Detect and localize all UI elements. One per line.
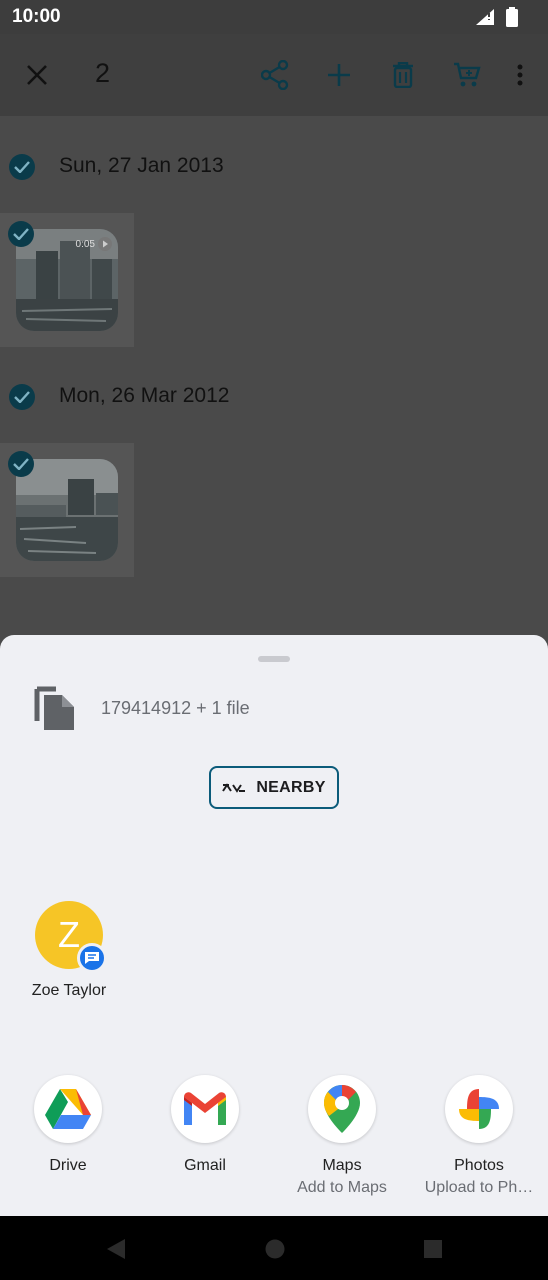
delete-button[interactable] xyxy=(382,54,424,96)
date-group-header[interactable]: Mon, 26 Mar 2012 xyxy=(0,372,548,422)
add-to-button[interactable] xyxy=(318,54,360,96)
duration-label: 0:05 xyxy=(75,238,95,250)
app-name: Gmail xyxy=(184,1157,226,1174)
trash-icon xyxy=(393,62,413,88)
file-summary: 179414912 + 1 file xyxy=(101,698,250,718)
check-icon xyxy=(14,161,30,173)
plus-icon xyxy=(328,64,350,86)
drag-handle[interactable] xyxy=(258,656,290,662)
home-icon xyxy=(265,1239,285,1259)
app-name: Photos xyxy=(454,1157,504,1174)
contact-name: Zoe Taylor xyxy=(31,982,107,999)
item-select-checkbox[interactable] xyxy=(8,221,34,247)
photo-grid: Sun, 27 Jan 2013 0:05 Mon, 26 Mar 2012 xyxy=(0,116,548,636)
group-select-checkbox[interactable] xyxy=(9,154,35,180)
date-label: Sun, 27 Jan 2013 xyxy=(59,154,224,177)
date-group-header[interactable]: Sun, 27 Jan 2013 xyxy=(0,142,548,192)
selected-count: 2 xyxy=(95,58,111,88)
share-button[interactable] xyxy=(254,54,296,96)
check-icon xyxy=(13,458,29,470)
item-select-checkbox[interactable] xyxy=(8,451,34,477)
media-thumbnail[interactable]: 0:05 xyxy=(0,213,134,347)
messages-badge-icon xyxy=(77,943,107,973)
status-icons xyxy=(474,7,518,32)
avatar: Z xyxy=(35,901,107,973)
nearby-share-icon xyxy=(222,782,246,793)
video-duration-badge: 0:05 xyxy=(76,237,112,251)
avatar-initial: Z xyxy=(58,914,80,955)
nearby-label: NEARBY xyxy=(256,778,326,796)
more-options-button[interactable] xyxy=(499,54,541,96)
status-time: 10:00 xyxy=(12,6,61,27)
share-icon xyxy=(261,60,289,90)
app-name: Drive xyxy=(49,1157,87,1174)
group-select-checkbox[interactable] xyxy=(9,384,35,410)
app-name: Maps xyxy=(322,1157,362,1174)
date-label: Mon, 26 Mar 2012 xyxy=(59,384,230,407)
direct-share-contact[interactable]: Z Zoe Taylor xyxy=(24,901,114,1000)
back-icon xyxy=(107,1239,125,1259)
close-selection-button[interactable] xyxy=(16,54,58,96)
check-icon xyxy=(13,228,29,240)
share-target-drive[interactable]: Drive xyxy=(3,1075,133,1175)
check-icon xyxy=(14,391,30,403)
nearby-share-button[interactable]: NEARBY xyxy=(209,766,339,809)
media-thumbnail[interactable] xyxy=(0,443,134,577)
home-button[interactable] xyxy=(265,1238,285,1265)
status-bar: 10:00 xyxy=(0,0,548,34)
photo-thumbnail-image xyxy=(16,459,118,561)
app-action-label: Upload to Ph… xyxy=(424,1179,534,1196)
shopping-cart-icon xyxy=(454,62,481,87)
selection-toolbar: 2 xyxy=(0,34,548,116)
share-target-maps[interactable]: Maps Add to Maps xyxy=(277,1075,407,1197)
maps-icon xyxy=(308,1075,376,1143)
gmail-icon xyxy=(171,1075,239,1143)
signal-icon xyxy=(474,8,496,31)
more-vert-icon xyxy=(517,64,523,86)
share-sheet: 179414912 + 1 file NEARBY Z Zoe Taylor D… xyxy=(0,635,548,1216)
system-nav-bar xyxy=(0,1216,548,1280)
drive-icon xyxy=(34,1075,102,1143)
close-icon xyxy=(27,65,47,85)
file-copy-icon xyxy=(34,685,76,731)
share-target-gmail[interactable]: Gmail xyxy=(140,1075,270,1175)
app-action-label: Add to Maps xyxy=(297,1179,387,1196)
play-icon xyxy=(98,237,112,251)
back-button[interactable] xyxy=(106,1238,126,1265)
recents-icon xyxy=(424,1240,442,1258)
battery-icon xyxy=(506,7,518,32)
order-prints-button[interactable] xyxy=(446,54,488,96)
overview-button[interactable] xyxy=(423,1238,443,1265)
photos-icon xyxy=(445,1075,513,1143)
share-target-photos[interactable]: Photos Upload to Ph… xyxy=(414,1075,544,1197)
